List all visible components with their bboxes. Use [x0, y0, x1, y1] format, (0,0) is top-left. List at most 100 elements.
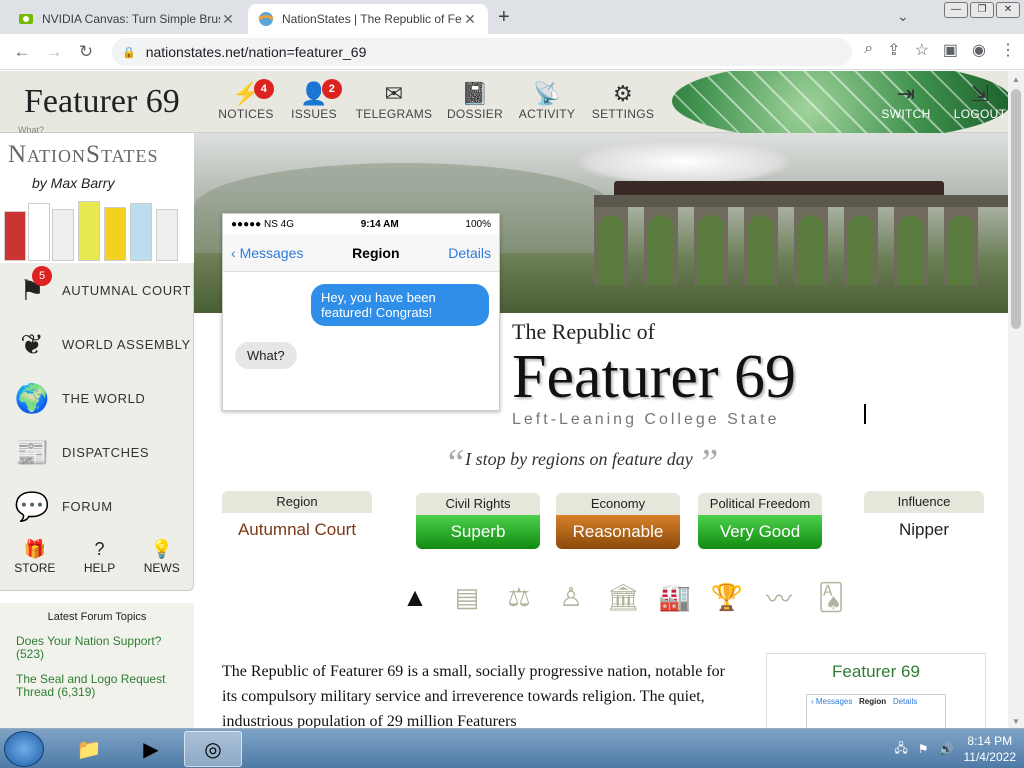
share-icon[interactable]: ⇪ — [887, 40, 900, 60]
close-tab-icon[interactable]: ✕ — [220, 11, 236, 28]
clock[interactable]: 8:14 PM 11/4/2022 — [964, 733, 1017, 765]
address-bar[interactable]: 🔒 nationstates.net/nation=featurer_69 — [112, 38, 852, 66]
sidebar-item-dispatches[interactable]: 📰 DISPATCHES — [0, 427, 194, 477]
monument-icon[interactable]: ▲ — [396, 579, 434, 615]
stat-label: Influence — [864, 491, 984, 513]
newspaper-icon: 📰 — [14, 436, 50, 468]
nav-activity[interactable]: 📡 ACTIVITY — [510, 81, 584, 121]
mini-details-label: Details — [892, 697, 918, 706]
stat-label: Economy — [556, 493, 680, 515]
help-button[interactable]: ? HELP — [84, 539, 115, 575]
phone-time: 9:14 AM — [360, 218, 399, 230]
flagbox-name[interactable]: Featurer 69 — [767, 662, 985, 682]
close-tab-icon[interactable]: ✕ — [462, 11, 478, 28]
minimize-button[interactable]: — — [944, 2, 968, 18]
profile-avatar-icon[interactable]: ◉ — [972, 40, 986, 60]
logout-icon: ⇲ — [970, 81, 990, 106]
nav-logout[interactable]: ⇲ LOGOUT — [952, 81, 1008, 121]
factory-icon[interactable]: 🏭 — [656, 579, 694, 615]
tab-title: NationStates | The Republic of Fe — [282, 12, 462, 26]
flag-icon: ⚑ 5 — [10, 266, 54, 310]
scroll-up-arrow-icon[interactable]: ▲ — [1012, 75, 1020, 84]
network-icon[interactable]: 🖧 — [894, 739, 907, 760]
volume-icon[interactable]: 🔊 — [939, 742, 954, 756]
trend-line-icon[interactable]: 〰 — [760, 579, 798, 615]
tab-nationstates[interactable]: NationStates | The Republic of Fe ✕ — [248, 4, 488, 34]
nationstates-logo[interactable]: NationStates — [8, 141, 159, 169]
back-arrow-icon[interactable]: ← — [6, 42, 38, 62]
reload-icon[interactable]: ↻ — [70, 42, 102, 62]
nvidia-favicon-icon — [18, 11, 34, 27]
chrome-icon[interactable]: ◎ — [184, 731, 242, 767]
cards-icon[interactable]: 🂡 — [812, 579, 850, 615]
close-window-button[interactable]: ✕ — [996, 2, 1020, 18]
tab-nvidia-canvas[interactable]: NVIDIA Canvas: Turn Simple Brus ✕ — [8, 4, 246, 34]
lock-icon: 🔒 — [122, 46, 136, 59]
region-badge: 5 — [32, 266, 52, 286]
mini-flag-image[interactable]: ‹ Messages Region Details — [806, 694, 946, 728]
sidebar-item-forum[interactable]: 💬 FORUM — [0, 481, 194, 531]
media-player-icon[interactable]: ▶ — [122, 731, 180, 767]
nav-notices[interactable]: ⚡ NOTICES 4 — [212, 79, 280, 121]
sidebar-item-world-assembly[interactable]: ❦ WORLD ASSEMBLY — [0, 319, 194, 369]
bookmark-star-icon[interactable]: ☆ — [915, 40, 929, 60]
scroll-down-arrow-icon[interactable]: ▼ — [1012, 717, 1020, 726]
nav-issues[interactable]: 👤 ISSUES 2 — [280, 79, 348, 121]
stat-economy[interactable]: Economy Reasonable — [556, 493, 680, 549]
stat-influence[interactable]: Influence Nipper — [864, 491, 984, 547]
main-nav: ⚡ NOTICES 4 👤 ISSUES 2 ✉ TELEGRAMS 📓 DOS… — [212, 79, 662, 121]
phone-title: Region — [352, 244, 400, 261]
browser-menu-icon[interactable]: ⋮ — [1000, 40, 1016, 60]
lightbulb-icon: 💡 — [150, 539, 173, 559]
flag-alert-icon[interactable]: ⚑ — [918, 742, 929, 756]
start-button[interactable] — [4, 731, 44, 767]
message-bubble-received: What? — [235, 342, 297, 369]
clock-date: 11/4/2022 — [963, 750, 1017, 764]
nav-settings[interactable]: ⚙ SETTINGS — [584, 81, 662, 121]
scales-icon[interactable]: ⚖ — [500, 579, 538, 615]
news-button[interactable]: 💡 NEWS — [144, 539, 180, 575]
nation-motto: “I stop by regions on feature day ” — [444, 441, 718, 485]
open-quote-icon: “ — [444, 442, 466, 484]
phone-message-header: ‹ Messages Region Details — [223, 234, 499, 272]
window-controls: — ❐ ✕ — [940, 0, 1024, 20]
store-button[interactable]: 🎁 STORE — [14, 539, 55, 575]
page-scrollbar[interactable]: ▲ ▼ — [1008, 71, 1024, 728]
side-panel-icon[interactable]: ▣ — [943, 40, 958, 60]
maximize-button[interactable]: ❐ — [970, 2, 994, 18]
windows-taskbar: 📁 ▶ ◎ 🖧 ⚑ 🔊 8:14 PM 11/4/2022 — [0, 728, 1024, 768]
chevron-down-icon[interactable]: ⌄ — [897, 8, 909, 25]
forum-topic-link[interactable]: Does Your Nation Support? (523) — [16, 635, 178, 661]
question-icon: ? — [94, 539, 105, 559]
scrollbar-thumb[interactable] — [1011, 89, 1021, 329]
forum-topic-link[interactable]: The Seal and Logo Request Thread (6,319) — [16, 673, 178, 699]
nav-dossier[interactable]: 📓 DOSSIER — [440, 81, 510, 121]
mini-title: Region — [859, 697, 887, 706]
forward-arrow-icon[interactable]: → — [38, 42, 70, 62]
nav-telegrams[interactable]: ✉ TELEGRAMS — [348, 81, 440, 121]
new-tab-button[interactable]: + — [498, 6, 510, 29]
motto-text: I stop by regions on feature day — [465, 449, 693, 469]
books-banner[interactable] — [4, 195, 190, 261]
stat-political-freedom[interactable]: Political Freedom Very Good — [698, 493, 822, 549]
sidebar-item-label: FORUM — [62, 498, 113, 514]
sidebar-item-region[interactable]: ⚑ 5 AUTUMNAL COURT — [0, 265, 194, 315]
nav-label: NOTICES — [218, 107, 274, 121]
nation-flag-phone-image[interactable]: ●●●●● NS 4G 9:14 AM 100% ‹ Messages Regi… — [222, 213, 500, 411]
person-icon[interactable]: ♙ — [552, 579, 590, 615]
file-explorer-icon[interactable]: 📁 — [60, 731, 118, 767]
nation-short-name[interactable]: Featurer 69 — [24, 83, 180, 121]
nation-category[interactable]: Left-Leaning College State — [512, 411, 796, 429]
stat-civil-rights[interactable]: Civil Rights Superb — [416, 493, 540, 549]
mini-back-label: Messages — [815, 697, 853, 706]
government-building-icon[interactable]: 🏛 — [604, 579, 642, 615]
zoom-search-icon[interactable]: ⌕ — [864, 40, 873, 60]
sidebar-item-the-world[interactable]: 🌍 THE WORLD — [0, 373, 194, 423]
newspaper-icon[interactable]: ▤ — [448, 579, 486, 615]
phone-status-bar: ●●●●● NS 4G 9:14 AM 100% — [223, 214, 499, 234]
nav-label: LOGOUT — [953, 107, 1007, 121]
trophy-icon[interactable]: 🏆 — [708, 579, 746, 615]
sidebar-item-label: AUTUMNAL COURT — [62, 282, 192, 298]
stat-region[interactable]: Region Autumnal Court — [222, 491, 372, 547]
nav-switch[interactable]: ⇥ SWITCH — [878, 81, 934, 121]
